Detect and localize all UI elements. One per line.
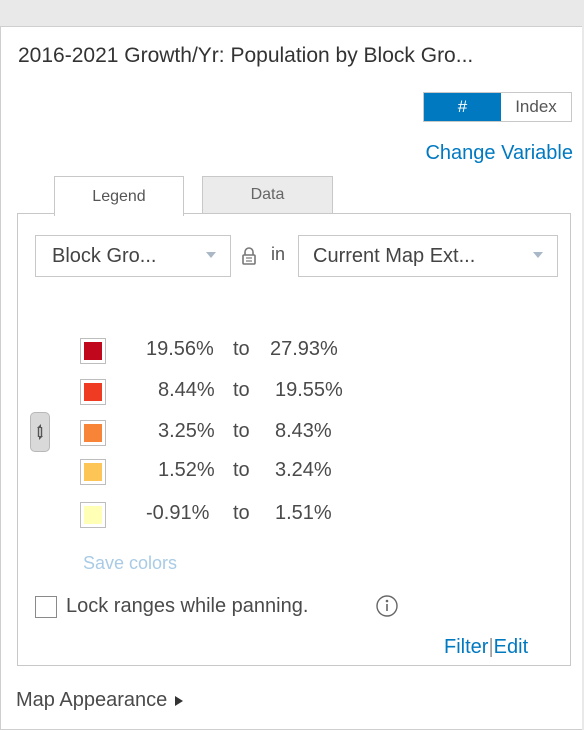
caret-right-icon <box>175 695 184 706</box>
tab-legend[interactable]: Legend <box>54 176 184 216</box>
legend-row <box>80 377 106 407</box>
legend-row <box>80 500 106 530</box>
change-variable-link[interactable]: Change Variable <box>425 142 573 165</box>
color-swatch-button[interactable] <box>80 379 106 405</box>
map-appearance-toggle[interactable]: Map Appearance <box>16 689 184 712</box>
lock-icon[interactable] <box>241 246 257 271</box>
filter-edit-links: Filter|Edit <box>444 636 528 659</box>
color-swatch <box>84 342 102 360</box>
range-to-word: to <box>233 379 250 401</box>
range-to-word: to <box>233 459 250 481</box>
geography-dropdown[interactable]: Block Gro... <box>35 235 231 277</box>
lock-ranges-checkbox[interactable] <box>35 596 57 618</box>
legend-row <box>80 418 106 448</box>
toggle-index-button[interactable]: Index <box>501 93 571 121</box>
range-to-word: to <box>233 338 250 360</box>
color-swatch-button[interactable] <box>80 502 106 528</box>
color-swatch <box>84 424 102 442</box>
color-swatch <box>84 383 102 401</box>
range-to-word: to <box>233 502 250 524</box>
color-swatch <box>84 463 102 481</box>
panel-title: 2016-2021 Growth/Yr: Population by Block… <box>18 44 474 67</box>
range-to: 1.51% <box>275 502 332 524</box>
range-from: 3.25% <box>158 420 215 442</box>
legend-row <box>80 336 106 366</box>
swap-arrows-icon <box>37 424 43 440</box>
toggle-hash-button[interactable]: # <box>424 93 501 121</box>
range-from: 8.44% <box>158 379 215 401</box>
window-top-strip <box>0 0 584 6</box>
tab-data[interactable]: Data <box>202 176 333 214</box>
range-from: -0.91% <box>146 502 210 524</box>
range-to: 19.55% <box>275 379 343 401</box>
chevron-down-icon <box>533 252 543 258</box>
extent-dropdown-value: Current Map Ext... <box>313 244 476 267</box>
color-swatch-button[interactable] <box>80 420 106 446</box>
color-swatch-button[interactable] <box>80 459 106 485</box>
color-swatch <box>84 506 102 524</box>
filter-link[interactable]: Filter <box>444 636 488 658</box>
map-appearance-label: Map Appearance <box>16 689 168 711</box>
save-colors-link[interactable]: Save colors <box>83 553 177 574</box>
geography-dropdown-value: Block Gro... <box>52 244 157 267</box>
range-to-word: to <box>233 420 250 442</box>
chevron-down-icon <box>206 252 216 258</box>
range-from: 19.56% <box>146 338 214 360</box>
legend-row <box>80 457 106 487</box>
range-to: 3.24% <box>275 459 332 481</box>
range-from: 1.52% <box>158 459 215 481</box>
legend-drag-handle[interactable] <box>30 412 50 452</box>
color-swatch-button[interactable] <box>80 338 106 364</box>
info-icon[interactable] <box>375 594 399 623</box>
range-to: 27.93% <box>270 338 338 360</box>
edit-link[interactable]: Edit <box>494 636 528 658</box>
value-mode-toggle[interactable]: # Index <box>423 92 572 122</box>
lock-ranges-label[interactable]: Lock ranges while panning. <box>66 595 308 618</box>
in-label: in <box>271 244 286 264</box>
range-to: 8.43% <box>275 420 332 442</box>
extent-dropdown[interactable]: Current Map Ext... <box>298 235 558 277</box>
